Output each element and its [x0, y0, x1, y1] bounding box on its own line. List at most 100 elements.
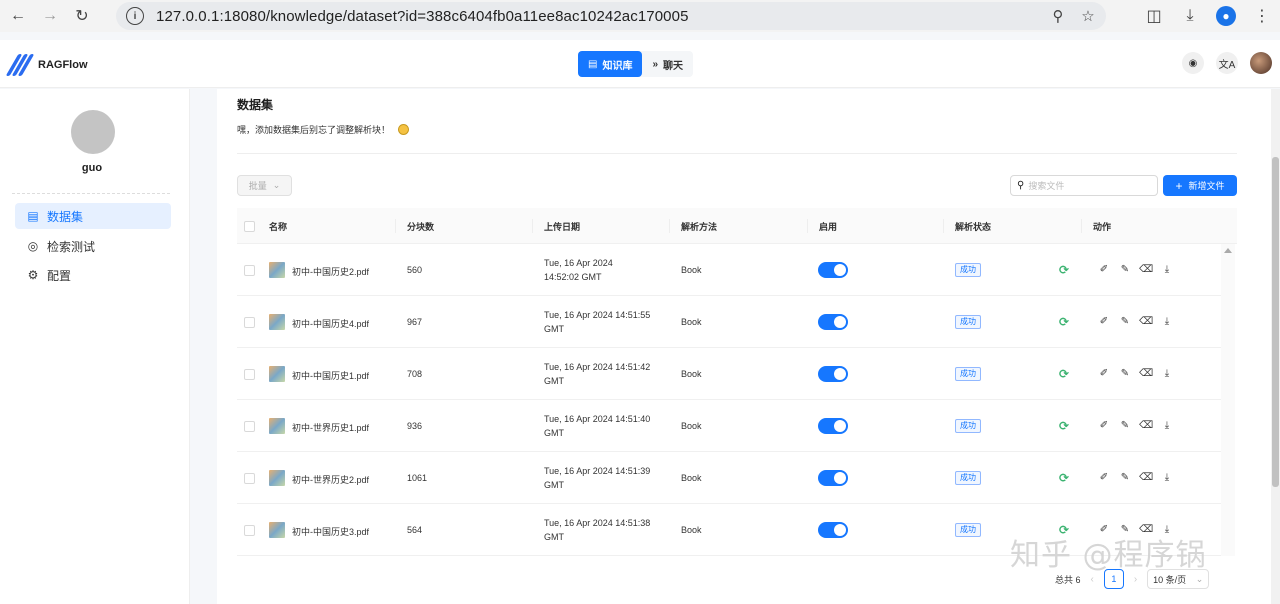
bulk-label: 批量 — [248, 181, 267, 191]
back-arrow-icon[interactable]: ← — [4, 2, 32, 30]
table-row: 初中-中国历史2.pdf 560 Tue, 16 Apr 2024 14:52:0… — [237, 244, 1221, 296]
reparse-icon[interactable]: ⟳ — [1059, 316, 1071, 328]
search-icon: ⚲ — [1017, 180, 1025, 191]
row-checkbox[interactable] — [244, 265, 255, 276]
row-checkbox[interactable] — [244, 525, 255, 536]
table-scrollbar[interactable] — [1221, 244, 1235, 556]
delete-icon[interactable]: ⌫ — [1139, 421, 1153, 431]
file-name[interactable]: 初中-中国历史4.pdf — [292, 317, 369, 330]
delete-icon[interactable]: ⌫ — [1139, 473, 1153, 483]
settings-tool-icon[interactable]: ✐ — [1099, 317, 1109, 327]
upload-date: Tue, 16 Apr 2024 14:51:39 GMT — [544, 466, 651, 490]
search-box[interactable]: ⚲ — [1010, 175, 1158, 196]
enable-toggle[interactable] — [818, 418, 848, 434]
file-name[interactable]: 初中-中国历史3.pdf — [292, 525, 369, 538]
forward-arrow-icon[interactable]: → — [36, 2, 64, 30]
file-name[interactable]: 初中-世界历史2.pdf — [292, 473, 369, 486]
reload-icon[interactable]: ↻ — [68, 2, 96, 30]
search-input[interactable] — [1028, 180, 1149, 191]
pdf-thumbnail — [269, 470, 285, 486]
extensions-icon[interactable]: ◫ — [1136, 0, 1172, 32]
parse-method: Book — [681, 265, 702, 275]
row-checkbox[interactable] — [244, 473, 255, 484]
settings-tool-icon[interactable]: ✐ — [1099, 265, 1109, 275]
enable-toggle[interactable] — [818, 366, 848, 382]
chat-icon: » — [652, 58, 659, 70]
zoom-icon[interactable]: ⚲ — [1048, 6, 1068, 26]
scrollbar-thumb[interactable] — [1272, 157, 1279, 487]
add-file-button[interactable]: + 新增文件 — [1163, 175, 1237, 196]
app-header: RAGFlow ▤ 知识库 » 聊天 ◉ 文A — [0, 40, 1280, 88]
settings-tool-icon[interactable]: ✐ — [1099, 473, 1109, 483]
file-name[interactable]: 初中-中国历史2.pdf — [292, 265, 369, 278]
app-logo[interactable]: RAGFlow — [5, 54, 88, 76]
parse-method: Book — [681, 473, 702, 483]
edit-icon[interactable]: ✎ — [1120, 317, 1130, 327]
reparse-icon[interactable]: ⟳ — [1059, 420, 1071, 432]
settings-tool-icon[interactable]: ✐ — [1099, 369, 1109, 379]
table-header: 名称 分块数 上传日期 解析方法 启用 解析状态 动作 — [237, 208, 1237, 244]
upload-date: Tue, 16 Apr 2024 14:51:38 GMT — [544, 518, 651, 542]
status-badge: 成功 — [955, 367, 981, 381]
download-icon[interactable]: ⤓ — [1162, 265, 1172, 275]
row-checkbox[interactable] — [244, 421, 255, 432]
file-name[interactable]: 初中-中国历史1.pdf — [292, 369, 369, 382]
sidebar-item-dataset[interactable]: ▤ 数据集 — [15, 203, 171, 229]
site-info-icon[interactable]: i — [126, 7, 144, 25]
column-header-parse-status[interactable]: 解析状态 — [955, 220, 991, 233]
column-header-chunks[interactable]: 分块数 — [407, 220, 434, 233]
bookmark-star-icon[interactable]: ☆ — [1078, 6, 1098, 26]
user-avatar[interactable] — [1250, 52, 1272, 74]
column-header-parse-method[interactable]: 解析方法 — [681, 220, 717, 233]
next-page-icon[interactable]: › — [1134, 574, 1137, 585]
column-header-name[interactable]: 名称 — [269, 220, 287, 233]
edit-icon[interactable]: ✎ — [1120, 265, 1130, 275]
column-header-enabled[interactable]: 启用 — [819, 220, 837, 233]
scroll-up-icon[interactable] — [1224, 248, 1232, 253]
parse-method: Book — [681, 421, 702, 431]
bulk-dropdown[interactable]: 批量 ⌄ — [237, 175, 292, 196]
column-header-upload-date[interactable]: 上传日期 — [544, 220, 580, 233]
profile-button[interactable]: ● — [1208, 0, 1244, 32]
download-icon[interactable]: ⤓ — [1162, 473, 1172, 483]
edit-icon[interactable]: ✎ — [1120, 421, 1130, 431]
enable-toggle[interactable] — [818, 522, 848, 538]
page-scrollbar[interactable] — [1271, 89, 1280, 604]
edit-icon[interactable]: ✎ — [1120, 369, 1130, 379]
edit-icon[interactable]: ✎ — [1120, 473, 1130, 483]
settings-tool-icon[interactable]: ✐ — [1099, 421, 1109, 431]
github-icon[interactable]: ◉ — [1182, 52, 1204, 74]
download-icon[interactable]: ⤓ — [1162, 317, 1172, 327]
download-icon[interactable]: ⤓ — [1172, 0, 1208, 32]
url-text[interactable]: 127.0.0.1:18080/knowledge/dataset?id=388… — [156, 8, 689, 25]
tab-chat[interactable]: » 聊天 — [642, 51, 693, 77]
language-icon[interactable]: 文A — [1216, 52, 1238, 74]
reparse-icon[interactable]: ⟳ — [1059, 264, 1071, 276]
pdf-thumbnail — [269, 522, 285, 538]
status-badge: 成功 — [955, 471, 981, 485]
enable-toggle[interactable] — [818, 314, 848, 330]
reparse-icon[interactable]: ⟳ — [1059, 368, 1071, 380]
delete-icon[interactable]: ⌫ — [1139, 265, 1153, 275]
file-name[interactable]: 初中-世界历史1.pdf — [292, 421, 369, 434]
address-bar[interactable]: i 127.0.0.1:18080/knowledge/dataset?id=3… — [116, 2, 1106, 30]
enable-toggle[interactable] — [818, 262, 848, 278]
tab-knowledge-base[interactable]: ▤ 知识库 — [578, 51, 643, 77]
download-icon[interactable]: ⤓ — [1162, 369, 1172, 379]
reparse-icon[interactable]: ⟳ — [1059, 472, 1071, 484]
prev-page-icon[interactable]: ‹ — [1091, 574, 1094, 585]
row-checkbox[interactable] — [244, 369, 255, 380]
sidebar-item-retrieval-test[interactable]: ◎ 检索测试 — [15, 233, 171, 259]
tip-text: 嘿，添加数据集后别忘了调整解析块！ — [237, 125, 391, 135]
delete-icon[interactable]: ⌫ — [1139, 317, 1153, 327]
browser-menu-icon[interactable]: ⋮ — [1244, 0, 1280, 32]
enable-toggle[interactable] — [818, 470, 848, 486]
delete-icon[interactable]: ⌫ — [1139, 369, 1153, 379]
status-badge: 成功 — [955, 523, 981, 537]
divider — [237, 153, 1237, 154]
row-checkbox[interactable] — [244, 317, 255, 328]
sidebar-item-configuration[interactable]: ⚙ 配置 — [15, 262, 171, 288]
total-count: 总共 6 — [1055, 574, 1081, 585]
select-all-checkbox[interactable] — [244, 221, 255, 232]
download-icon[interactable]: ⤓ — [1162, 421, 1172, 431]
